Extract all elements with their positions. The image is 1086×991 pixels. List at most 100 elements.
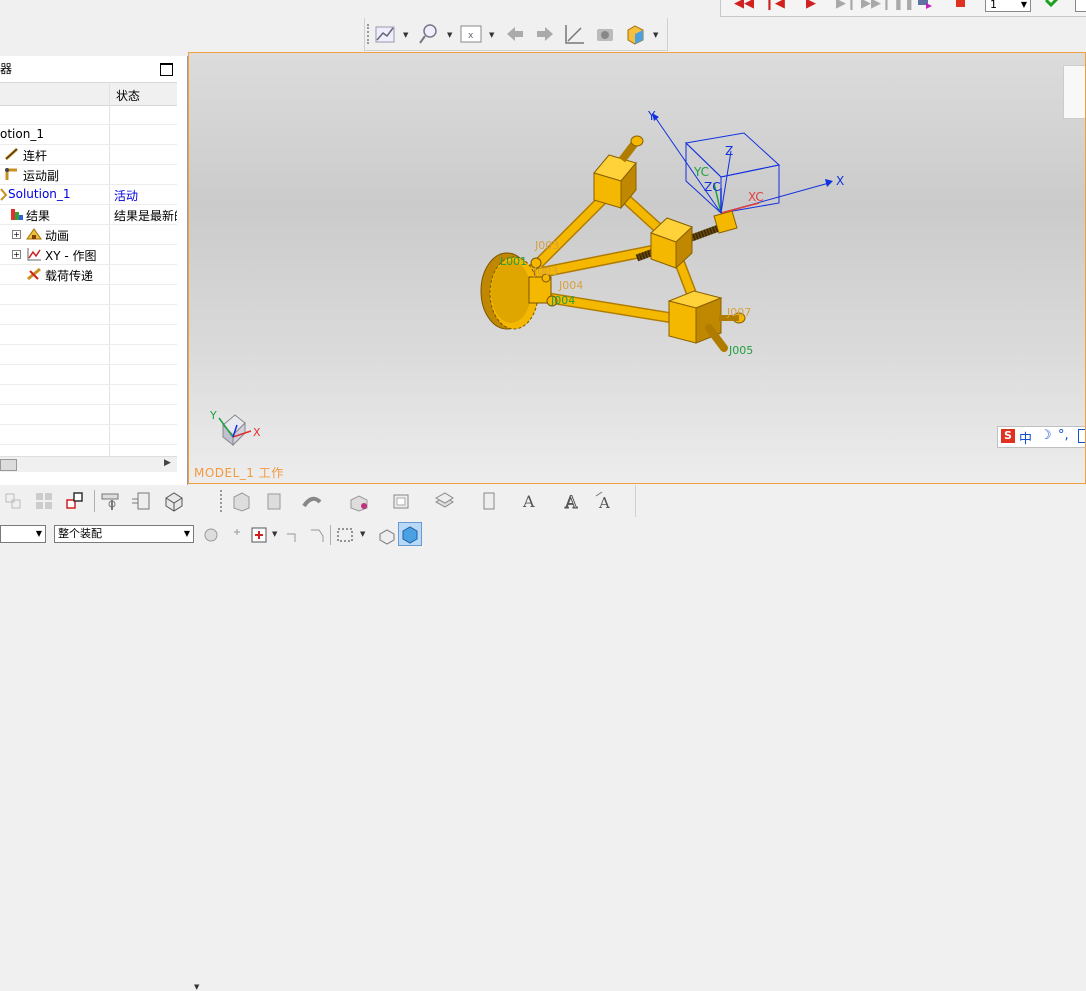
pause-icon[interactable]: ❚❚: [893, 0, 915, 11]
tree-row-label: 动画: [45, 229, 70, 243]
csys-zc-label: ZC: [704, 180, 721, 194]
toolbar-grip[interactable]: [220, 490, 222, 512]
chevron-down-icon[interactable]: ▼: [403, 31, 408, 39]
tree-row-load-transfer[interactable]: 载荷传递: [0, 264, 177, 285]
blend-icon[interactable]: [348, 490, 370, 512]
view-box-icon[interactable]: x: [459, 22, 483, 46]
record-icon[interactable]: [917, 0, 933, 10]
select-feature-icon[interactable]: [248, 524, 270, 546]
step-forward-icon[interactable]: ▶❙: [836, 0, 857, 11]
empty-row: [0, 424, 177, 445]
wireframe-view-icon[interactable]: [376, 524, 398, 546]
side-panel-tab[interactable]: [1063, 65, 1085, 119]
stop-icon[interactable]: [955, 0, 967, 12]
move-component-icon[interactable]: [64, 490, 86, 512]
shaded-view-icon[interactable]: [623, 22, 647, 46]
type-filter-select[interactable]: ▼: [0, 525, 46, 543]
tree-row-animation[interactable]: + 动画: [0, 224, 177, 245]
shell-icon[interactable]: [390, 490, 412, 512]
csys-z-label: Z: [725, 144, 733, 158]
empty-row: [0, 384, 177, 405]
chevron-down-icon[interactable]: ▼: [272, 530, 277, 538]
tree-row-joints[interactable]: 运动副: [0, 164, 177, 185]
tree-row-status: 活动: [114, 189, 139, 203]
expand-icon[interactable]: +: [12, 230, 21, 239]
tree-row-label: Solution_1: [8, 187, 71, 201]
thicken-icon[interactable]: [478, 490, 500, 512]
tree-row-label: 结果: [26, 209, 51, 223]
selection-scope-select[interactable]: 整个装配 ▼: [54, 525, 194, 543]
tree-row-links[interactable]: 连杆: [0, 144, 177, 165]
chevron-down-icon[interactable]: ▼: [360, 530, 365, 538]
fast-forward-icon[interactable]: ▶▶❙: [861, 0, 892, 11]
navigator-title: 器: [0, 62, 13, 76]
chevron-down-icon[interactable]: ▼: [489, 31, 494, 39]
shaded-mode-icon[interactable]: [398, 522, 422, 546]
block-features-icon[interactable]: [163, 490, 185, 512]
ime-mode-label[interactable]: 中: [1019, 428, 1032, 447]
joint-icon: [4, 167, 18, 181]
joint-label: J003: [534, 239, 559, 252]
check-clearance-icon[interactable]: [130, 490, 152, 512]
scrollbar-thumb[interactable]: [0, 459, 17, 471]
offset-face-icon[interactable]: [433, 490, 455, 512]
text-icon[interactable]: A: [520, 490, 542, 512]
toolbar-grip[interactable]: [367, 24, 372, 44]
joint-label: J003: [533, 265, 558, 278]
play-icon[interactable]: ▶: [806, 0, 816, 11]
tree-row[interactable]: [0, 104, 177, 125]
selection-intent-icon[interactable]: [283, 524, 305, 546]
selection-scope-value: 整个装配: [58, 527, 102, 540]
moon-icon[interactable]: ☽: [1040, 428, 1052, 443]
arrow-left-icon[interactable]: [503, 22, 527, 46]
camera-icon[interactable]: [593, 22, 617, 46]
tree-row-label: 载荷传递: [45, 269, 94, 283]
ime-toolbar[interactable]: S 中 ☽ °,: [997, 426, 1085, 448]
assembly-filter-icon[interactable]: [200, 524, 222, 546]
tree-row-motion[interactable]: otion_1: [0, 124, 177, 145]
assembly-constraint-icon[interactable]: [2, 490, 24, 512]
collapse-icon[interactable]: [1075, 0, 1086, 12]
mechanism-model-view[interactable]: Y YC Z ZC XC X J003 L001 J003 J004 J004 …: [189, 53, 1086, 484]
tree-row-solution[interactable]: Solution_1 活动: [0, 184, 177, 205]
replace-component-icon[interactable]: [100, 490, 122, 512]
triad-x-label: X: [253, 426, 261, 439]
toolbar-separator: [330, 525, 331, 545]
axis-chart-icon[interactable]: [563, 22, 587, 46]
keyboard-icon[interactable]: [1078, 429, 1085, 443]
annotation-icon[interactable]: A: [594, 490, 616, 512]
maximize-icon[interactable]: [160, 63, 173, 76]
load-transfer-icon: [26, 267, 41, 281]
revolve-icon[interactable]: [263, 490, 285, 512]
tree-row-results[interactable]: 结果 结果是最新的: [0, 204, 177, 225]
component-pattern-icon[interactable]: [33, 490, 55, 512]
tree-row-label: otion_1: [0, 127, 44, 141]
punctuation-icon[interactable]: °,: [1058, 428, 1069, 443]
text-outline-icon[interactable]: A: [562, 490, 584, 514]
zoom-magnifier-icon[interactable]: [417, 22, 441, 46]
rewind-to-start-icon[interactable]: ◀◀: [734, 0, 754, 11]
chevron-down-icon[interactable]: ▼: [653, 31, 658, 39]
chevron-down-icon[interactable]: ▼: [194, 983, 199, 991]
arrow-right-icon[interactable]: [533, 22, 557, 46]
step-back-icon[interactable]: ❙◀: [764, 0, 785, 11]
graph-icon[interactable]: [373, 22, 397, 46]
view-toolbar: ▼ ▼ x ▼ ▼: [364, 18, 668, 51]
scroll-right-icon[interactable]: ▶: [164, 458, 171, 468]
csys-y-label: Y: [647, 109, 656, 123]
sweep-icon[interactable]: [301, 490, 323, 512]
horizontal-scrollbar[interactable]: ▶: [0, 456, 177, 472]
select-curve-icon[interactable]: [307, 524, 329, 546]
triad-y-label: Y: [209, 409, 217, 422]
expand-icon[interactable]: +: [12, 250, 21, 259]
view-triad[interactable]: X Y: [209, 409, 261, 447]
frame-step-select[interactable]: 1 ▼: [985, 0, 1031, 12]
checkmark-icon[interactable]: [1044, 0, 1061, 11]
xy-graph-icon: [26, 247, 41, 261]
chevron-down-icon[interactable]: ▼: [447, 31, 452, 39]
rectangle-select-icon[interactable]: [334, 524, 356, 546]
graphics-viewport[interactable]: Y YC Z ZC XC X J003 L001 J003 J004 J004 …: [188, 52, 1086, 484]
column-header-status[interactable]: 状态: [116, 87, 140, 104]
tree-row-xy-graph[interactable]: + XY - 作图: [0, 244, 177, 265]
extrude-icon[interactable]: [230, 490, 252, 512]
